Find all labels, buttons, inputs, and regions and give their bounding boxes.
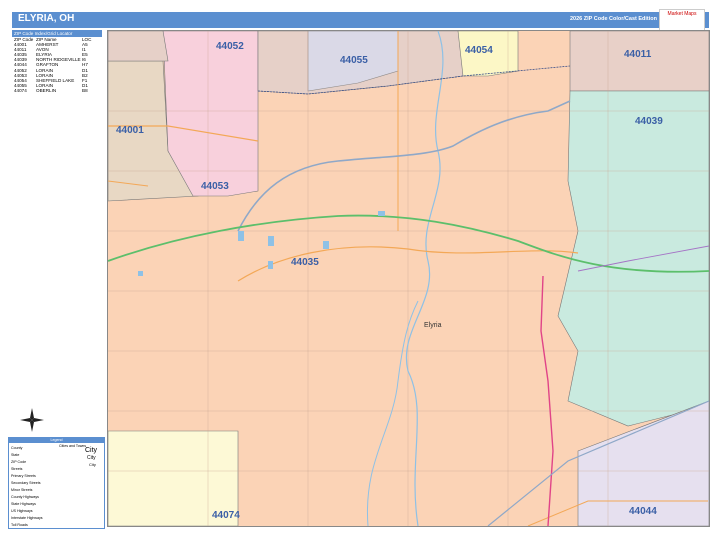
legend-item: Secondary Streets — [11, 481, 41, 485]
legend-item: Primary Streets — [11, 474, 36, 478]
legend-item: Minor Streets — [11, 488, 33, 492]
zip-label: 44039 — [635, 116, 663, 127]
legend-cities-header: Cities and Towns — [59, 444, 87, 448]
zip-label: 44001 — [116, 125, 144, 136]
legend-title: Legend — [9, 438, 104, 443]
table-row: 44074 OBERLIN B8 — [12, 88, 102, 93]
zip-cell: 44074 — [14, 87, 27, 93]
publisher-logo: Market Maps — [659, 9, 705, 31]
map-legend: Legend Cities and Towns County State ZIP… — [8, 437, 105, 529]
legend-item: Toll Roads — [11, 523, 28, 527]
zip-label: 44054 — [465, 45, 493, 56]
edition-label: 2026 ZIP Code Color/Cast Edition — [570, 16, 657, 22]
legend-city-sample: City — [87, 455, 96, 461]
map-svg[interactable]: 44052 44055 44054 44011 44001 44039 4405… — [108, 31, 709, 526]
zip-table-caption: ZIP Code Index/Grid Locator — [12, 30, 102, 37]
zone-44052-west — [108, 31, 169, 62]
zone-44011 — [569, 31, 709, 92]
loc-cell: B8 — [82, 87, 88, 93]
legend-item: ZIP Code — [11, 460, 27, 464]
legend-item: Streets — [11, 467, 23, 471]
legend-item: County — [11, 446, 23, 450]
zip-label: 44074 — [212, 510, 240, 521]
legend-city-sample: City — [85, 447, 98, 454]
title-bar: ELYRIA, OH 2026 ZIP Code Color/Cast Edit… — [12, 9, 709, 31]
legend-item: State Highways — [11, 502, 36, 506]
zip-code-index-table: ZIP Code Index/Grid Locator ZIP Code ZIP… — [12, 30, 102, 93]
logo-text: Market Maps — [667, 11, 697, 17]
legend-city-sample: City — [89, 462, 96, 467]
zip-label: 44044 — [629, 506, 657, 517]
zip-label: 44035 — [291, 257, 319, 268]
compass-rose-icon — [20, 408, 44, 437]
legend-item: US Highways — [11, 509, 33, 513]
legend-item: State — [11, 453, 20, 457]
map-canvas[interactable]: 44052 44055 44054 44011 44001 44039 4405… — [107, 30, 710, 527]
city-label: Elyria — [424, 322, 442, 329]
zone-44039 — [557, 90, 709, 427]
map-title: ELYRIA, OH — [18, 13, 75, 24]
legend-item: Interstate Highways — [11, 516, 43, 520]
zip-label: 44055 — [340, 55, 368, 66]
legend-item: County Highways — [11, 495, 39, 499]
name-cell: OBERLIN — [36, 87, 57, 93]
zip-label: 44011 — [624, 49, 652, 60]
zip-label: 44052 — [216, 41, 244, 52]
zip-label: 44053 — [201, 181, 229, 192]
